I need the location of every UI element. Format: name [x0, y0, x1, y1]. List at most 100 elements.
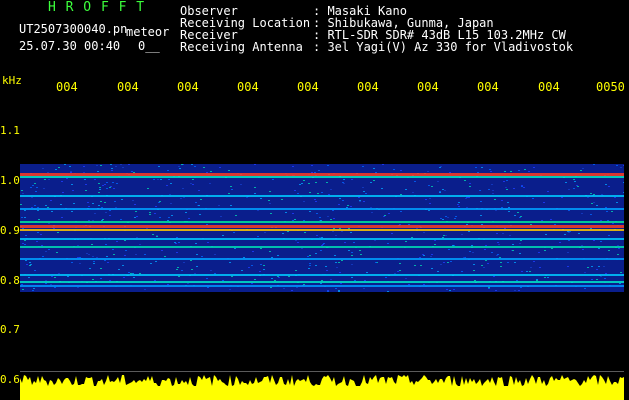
noise-speck [50, 200, 52, 201]
noise-speck [45, 280, 47, 281]
noise-speck [196, 254, 198, 255]
noise-speck [285, 212, 287, 213]
noise-speck [623, 182, 624, 183]
noise-speck [91, 244, 93, 245]
noise-speck [521, 186, 523, 187]
noise-speck [233, 232, 235, 233]
noise-speck [56, 252, 58, 253]
noise-speck [419, 257, 421, 258]
noise-speck [77, 257, 79, 258]
info-row-antenna: Receiving Antenna : 3el Yagi(V) Az 330 f… [180, 41, 573, 53]
noise-speck [405, 278, 407, 279]
noise-speck [448, 249, 450, 250]
noise-speck [292, 220, 294, 221]
noise-speck [277, 255, 279, 256]
noise-speck [155, 206, 157, 207]
noise-speck [207, 242, 209, 243]
noise-speck [504, 228, 506, 229]
noise-speck [110, 186, 112, 187]
noise-speck [408, 224, 410, 225]
noise-speck [405, 241, 407, 242]
noise-speck [210, 270, 212, 271]
frequency-band [20, 173, 624, 176]
noise-speck [469, 186, 471, 187]
noise-speck [577, 186, 579, 187]
noise-speck [24, 240, 26, 241]
noise-speck [160, 179, 162, 180]
noise-speck [25, 260, 27, 261]
noise-speck [321, 192, 323, 193]
spectrogram-plot [20, 98, 624, 400]
noise-speck [92, 203, 94, 204]
capture-datetime: 25.07.30 00:40 [19, 39, 121, 53]
noise-speck [283, 288, 285, 289]
noise-speck [206, 172, 208, 173]
noise-speck [72, 190, 74, 191]
noise-speck [518, 290, 520, 291]
noise-speck [442, 237, 444, 238]
noise-speck [333, 228, 335, 229]
noise-speck [100, 165, 102, 166]
noise-speck [354, 280, 356, 281]
noise-speck [596, 269, 598, 270]
noise-speck [178, 242, 180, 243]
noise-speck [133, 277, 135, 278]
noise-speck [414, 265, 416, 266]
noise-speck [47, 172, 49, 173]
noise-speck [500, 262, 502, 263]
noise-speck [33, 288, 35, 289]
noise-speck [109, 215, 111, 216]
noise-speck [519, 217, 521, 218]
noise-speck [218, 205, 220, 206]
noise-speck [362, 166, 364, 167]
noise-speck [446, 289, 448, 290]
noise-speck [50, 284, 52, 285]
noise-speck [181, 270, 183, 271]
noise-speck [84, 179, 86, 180]
noise-speck [92, 220, 94, 221]
noise-speck [423, 255, 425, 256]
noise-speck [591, 203, 593, 204]
noise-speck [521, 185, 523, 186]
noise-speck [449, 290, 451, 291]
noise-speck [414, 181, 416, 182]
noise-speck [282, 233, 284, 234]
noise-speck [156, 235, 158, 236]
noise-speck [77, 287, 79, 288]
noise-speck [44, 179, 46, 180]
noise-speck [363, 288, 365, 289]
noise-speck [320, 250, 322, 251]
noise-speck [32, 185, 34, 186]
noise-speck [32, 290, 34, 291]
noise-speck [92, 279, 94, 280]
noise-speck [243, 257, 245, 258]
noise-speck [22, 193, 24, 194]
noise-speck [373, 168, 375, 169]
noise-speck [158, 202, 160, 203]
noise-speck [64, 164, 66, 165]
noise-speck [168, 179, 170, 180]
noise-speck [48, 249, 50, 250]
noise-speck [203, 167, 205, 168]
noise-speck [94, 179, 96, 180]
noise-speck [79, 263, 81, 264]
noise-speck [508, 211, 510, 212]
noise-speck [488, 287, 490, 288]
noise-speck [154, 213, 156, 214]
noise-speck [136, 237, 138, 238]
noise-speck [92, 256, 94, 257]
noise-speck [533, 167, 535, 168]
noise-speck [264, 232, 266, 233]
noise-speck [608, 186, 610, 187]
noise-speck [449, 172, 451, 173]
noise-speck [492, 193, 494, 194]
noise-speck [183, 262, 185, 263]
noise-speck [480, 215, 482, 216]
noise-speck [503, 181, 505, 182]
noise-speck [474, 280, 476, 281]
noise-speck [551, 248, 553, 249]
noise-speck [384, 215, 386, 216]
noise-speck [219, 167, 221, 168]
noise-speck [198, 190, 200, 191]
noise-speck [450, 261, 452, 262]
